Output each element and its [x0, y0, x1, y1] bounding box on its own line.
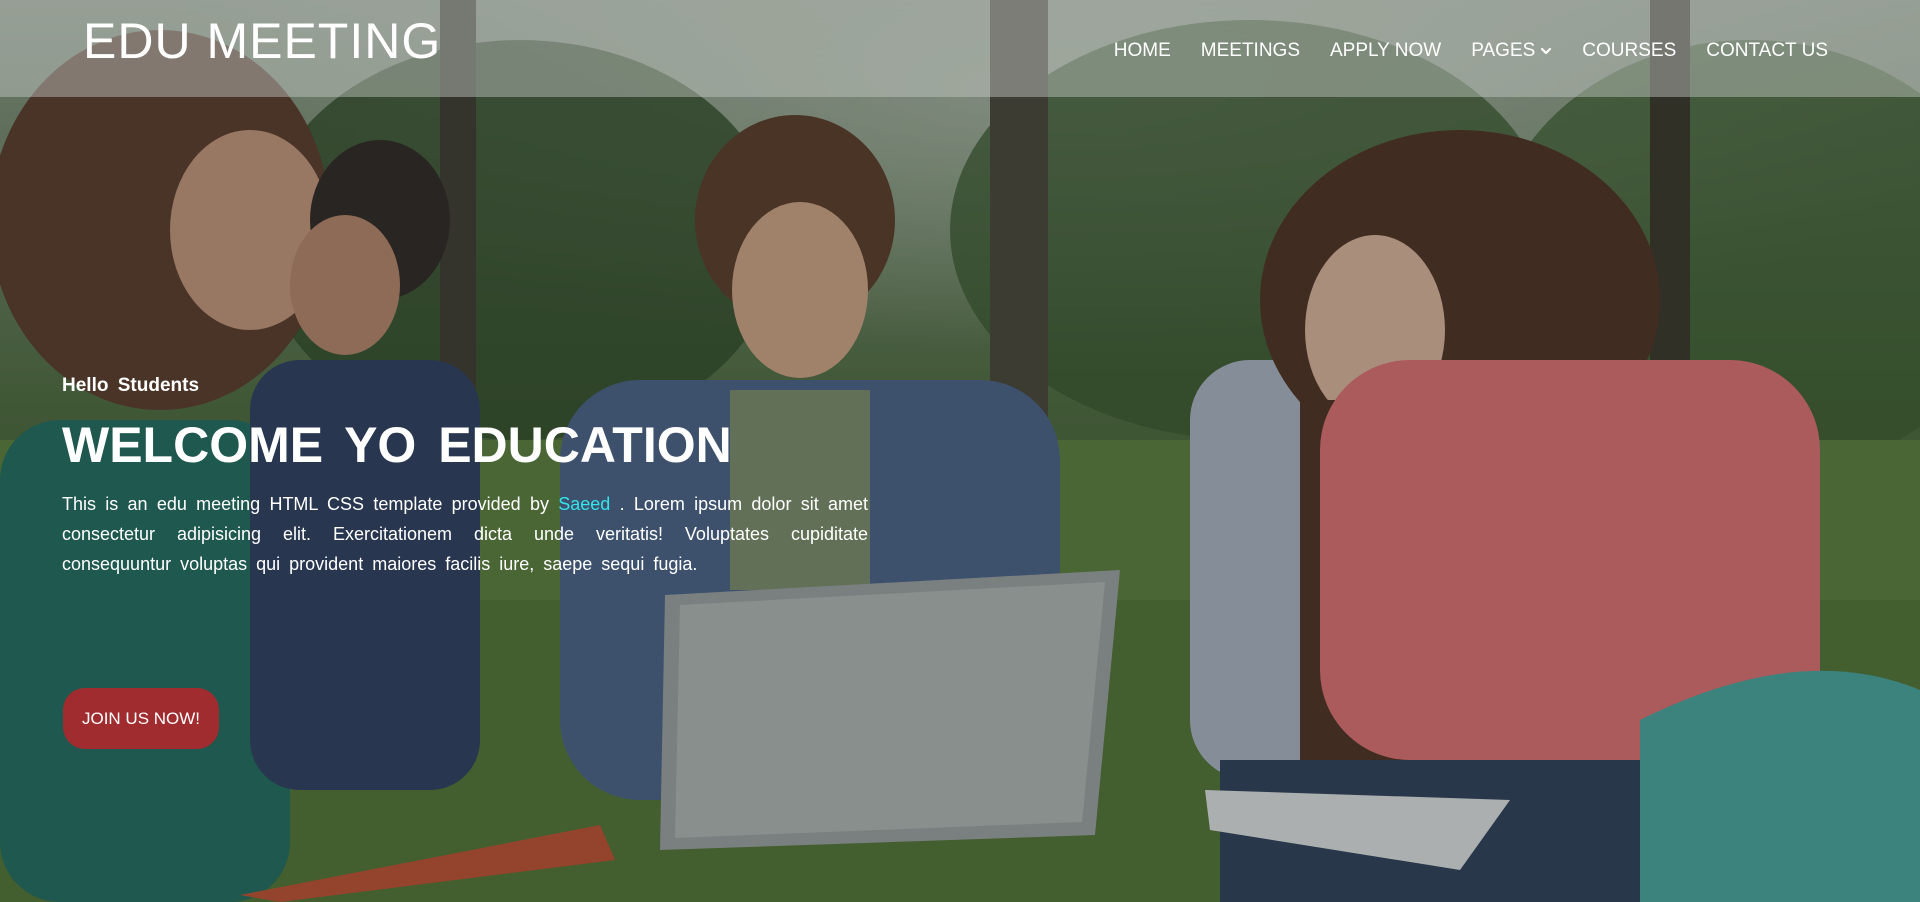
- nav-apply-now[interactable]: APPLY NOW: [1330, 40, 1441, 62]
- author-link[interactable]: Saeed: [558, 494, 610, 514]
- nav-home[interactable]: HOME: [1114, 40, 1171, 62]
- hero-section: EDU MEETING HOME MEETINGS APPLY NOW PAGE…: [0, 0, 1920, 902]
- nav-meetings[interactable]: MEETINGS: [1201, 40, 1300, 62]
- join-us-button[interactable]: JOIN US NOW!: [63, 688, 219, 749]
- nav-pages[interactable]: PAGES: [1471, 40, 1552, 62]
- hero-description: This is an edu meeting HTML CSS template…: [62, 489, 868, 579]
- site-header: EDU MEETING HOME MEETINGS APPLY NOW PAGE…: [0, 0, 1920, 97]
- nav-contact-us[interactable]: CONTACT US: [1706, 40, 1828, 62]
- nav-courses[interactable]: COURSES: [1582, 40, 1676, 62]
- site-logo[interactable]: EDU MEETING: [83, 10, 441, 72]
- hero-content: Hello Students WELCOME YO EDUCATION This…: [62, 375, 868, 579]
- chevron-down-icon: [1541, 47, 1552, 55]
- hero-description-start: This is an edu meeting HTML CSS template…: [62, 494, 559, 514]
- hero-title: WELCOME YO EDUCATION: [62, 417, 732, 473]
- nav-pages-label: PAGES: [1471, 40, 1536, 61]
- main-nav: HOME MEETINGS APPLY NOW PAGES COURSES CO…: [1084, 40, 1828, 62]
- hero-kicker: Hello Students: [62, 375, 200, 396]
